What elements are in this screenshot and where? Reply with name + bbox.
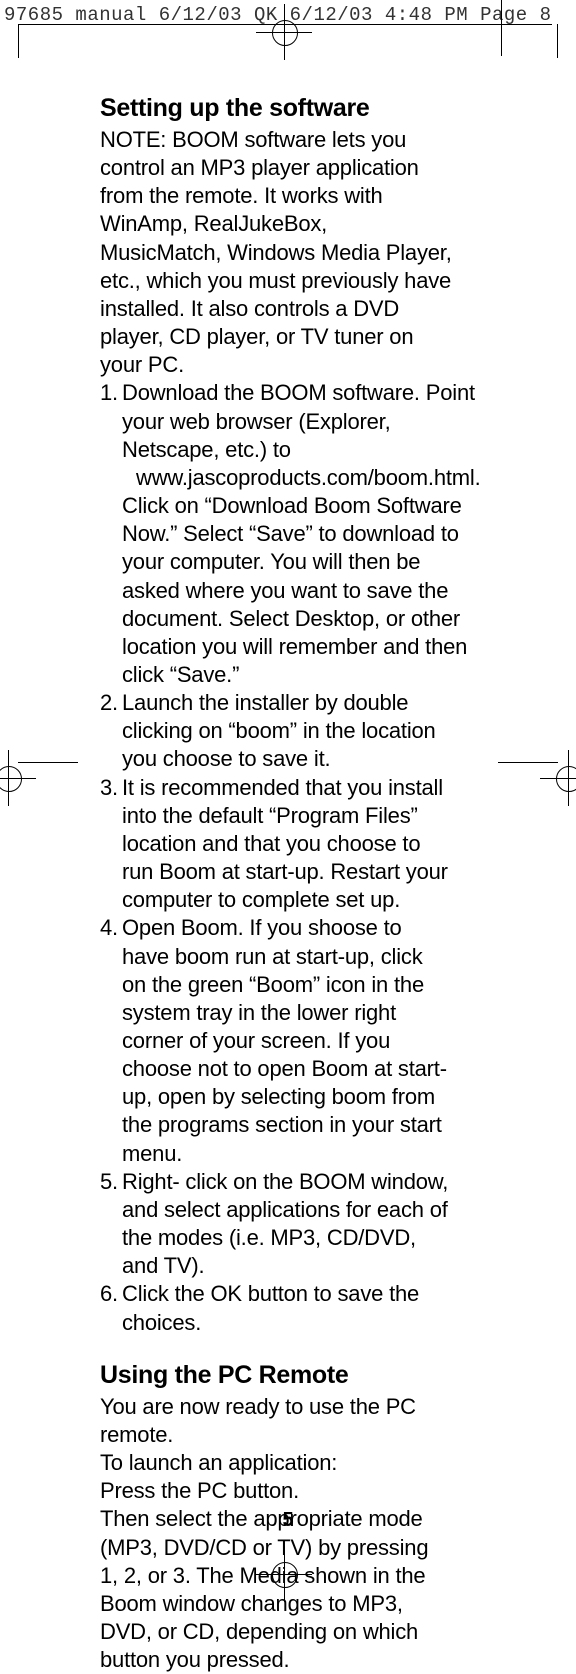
- crop-mark: [498, 762, 558, 763]
- note-paragraph: NOTE: BOOM software lets you control an …: [100, 126, 452, 379]
- body-text: You are now ready to use the PC remote.: [100, 1393, 452, 1449]
- body-text: Press the PC button.: [100, 1477, 452, 1505]
- step-url: www.jascoproducts.com/boom.html.: [122, 464, 481, 492]
- step-number: 4.: [100, 914, 122, 1167]
- crop-mark: [501, 0, 502, 56]
- step-text: Click on “Download Boom Software Now.” S…: [122, 493, 467, 687]
- registration-mark-icon: [0, 750, 36, 806]
- crop-mark: [18, 24, 19, 58]
- step-text: Click the OK button to save the choices.: [122, 1280, 452, 1336]
- step-text: Launch the installer by double click­ing…: [122, 689, 452, 773]
- page-content: Setting up the software NOTE: BOOM softw…: [100, 92, 452, 1674]
- step-number: 3.: [100, 774, 122, 915]
- heading-using-remote: Using the PC Remote: [100, 1359, 452, 1391]
- step-text: It is recommended that you install into …: [122, 774, 452, 915]
- crop-mark: [18, 762, 78, 763]
- step-6: 6. Click the OK button to save the choic…: [100, 1280, 452, 1336]
- step-text: Open Boom. If you shoose to have boom ru…: [122, 914, 452, 1167]
- step-2: 2. Launch the installer by double click­…: [100, 689, 452, 773]
- body-text: To launch an application:: [100, 1449, 452, 1477]
- step-3: 3. It is recommended that you install in…: [100, 774, 452, 915]
- step-1: 1. Download the BOOM software. Point you…: [100, 379, 452, 689]
- step-number: 2.: [100, 689, 122, 773]
- step-number: 5.: [100, 1168, 122, 1281]
- step-number: 1.: [100, 379, 122, 689]
- registration-mark-icon: [256, 4, 312, 60]
- crop-mark: [557, 24, 558, 58]
- step-5: 5. Right- click on the BOOM window, and …: [100, 1168, 452, 1281]
- step-number: 6.: [100, 1280, 122, 1336]
- page-number: 5: [0, 1509, 576, 1532]
- registration-mark-icon: [540, 750, 576, 806]
- heading-setting-up: Setting up the software: [100, 92, 452, 124]
- step-text: Right- click on the BOOM window, and sel…: [122, 1168, 452, 1281]
- step-text: Download the BOOM software. Point your w…: [122, 380, 475, 461]
- step-4: 4. Open Boom. If you shoose to have boom…: [100, 914, 452, 1167]
